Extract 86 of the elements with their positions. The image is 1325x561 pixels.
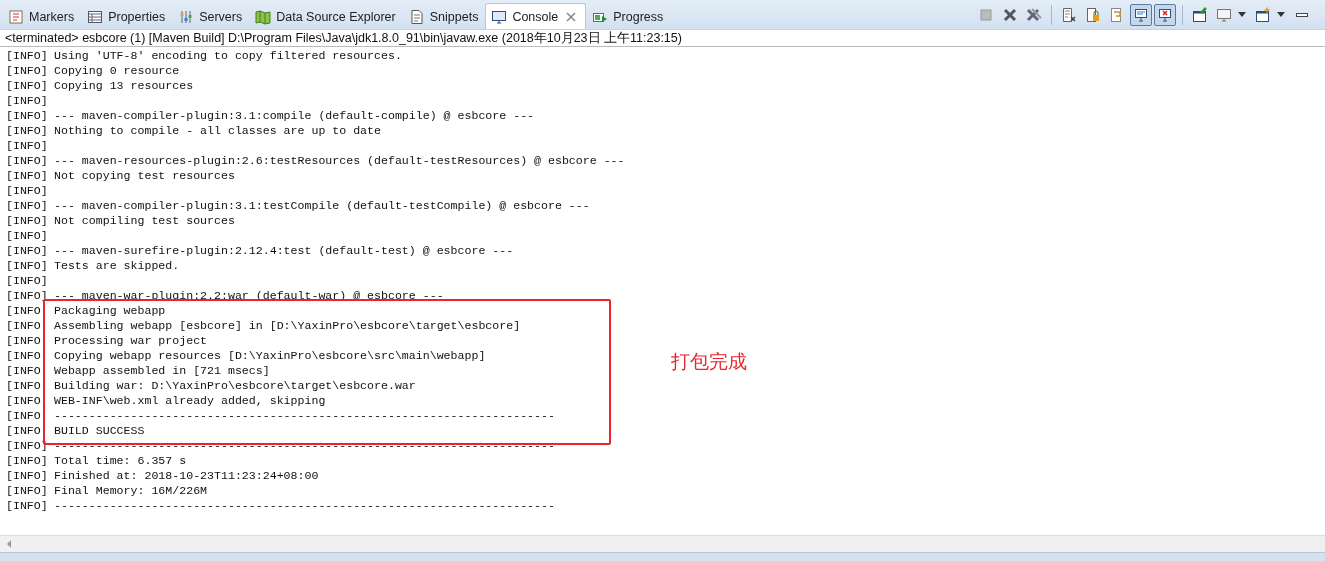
log-message: Final Memory: 16M/226M [54,483,208,498]
pin-icon [1192,7,1208,23]
log-message: Building war: D:\YaxinPro\esbcore\target\esbcore.war [54,378,416,393]
caret-icon[interactable] [1238,12,1246,18]
log-level: [INFO] [6,198,49,213]
log-message: Webapp assembled in [721 msecs] [54,363,270,378]
log-level: [INFO [6,393,42,408]
log-message: --- maven-surefire-plugin:2.12.4:test (default-test) @ esbcore --- [54,243,514,258]
log-level: [INFO] [6,438,49,453]
log-message: BUILD SUCCESS [54,423,145,438]
log-level: [INFO] [6,123,49,138]
log-level: [INFO [6,348,42,363]
view-tab[interactable]: Properties [81,3,173,29]
log-message: Nothing to compile - all classes are up to date [54,123,381,138]
datasource-icon [255,8,272,25]
log-level: [INFO] [6,288,49,303]
log-message: Not compiling test sources [54,213,235,228]
open-icon [1255,7,1271,23]
stderr-button[interactable] [1154,4,1176,26]
view-tab[interactable]: Data Source Explorer [249,3,403,29]
log-level: [INFO] [6,78,49,93]
log-level: [INFO [6,318,42,333]
log-level: [INFO] [6,93,49,108]
horizontal-scrollbar[interactable] [0,535,1325,552]
log-level: [INFO] [6,258,49,273]
log-message: Assembling webapp [esbcore] in [D:\YaxinPro\esbcore\target\esbcore] [54,318,521,333]
log-message: --- maven-compiler-plugin:3.1:compile (default-compile) @ esbcore --- [54,108,535,123]
log-message: Finished at: 2018-10-23T11:23:24+08:00 [54,468,319,483]
log-level: [INFO] [6,483,49,498]
log-level: [INFO] [6,468,49,483]
stdout-button[interactable] [1130,4,1152,26]
log-level: [INFO] [6,453,49,468]
log-message: Not copying test resources [54,168,235,183]
markers-icon [8,8,24,25]
log-message: ------------------------------------------------------------------------ [54,498,555,513]
log-level: [INFO] [6,498,49,513]
display-icon [1216,7,1232,23]
caret-icon[interactable] [1277,12,1285,18]
log-level: [INFO] [6,243,49,258]
log-message: ------------------------------------------------------------------------ [54,408,555,423]
log-message: Tests are skipped. [54,258,180,273]
view-tab[interactable]: Snippets [402,3,486,29]
remove-icon [1002,7,1018,23]
log-level: [INFO [6,363,42,378]
log-level: [INFO [6,408,42,423]
log-message: --- maven-compiler-plugin:3.1:testCompile (default-testCompile) @ esbcore --- [54,198,590,213]
stderr-icon [1157,7,1173,23]
process-status: <terminated> esbcore (1) [Maven Build] D:\Program Files\Java\jdk1.8.0_91\bin\javaw.exe (2018年10月23日 上午11:23:15) [0,30,1325,47]
log-message: Using 'UTF-8' encoding to copy filtered resources. [54,48,402,63]
log-level: [INFO [6,303,42,318]
log-message: Copying 0 resource [54,63,180,78]
scroll-lock-icon [1085,7,1101,23]
log-level: [INFO] [6,228,49,243]
log-level: [INFO] [6,138,49,153]
view-tab[interactable]: Markers [2,3,82,29]
log-level: [INFO] [6,273,49,288]
log-level: [INFO] [6,63,49,78]
log-level: [INFO] [6,108,49,123]
properties-icon [87,8,104,25]
log-level: [INFO] [6,153,49,168]
remove-all-icon [1026,7,1042,23]
view-tab[interactable]: Progress [586,3,671,29]
log-level: [INFO] [6,168,49,183]
log-level: [INFO] [6,183,49,198]
log-message: Packaging webapp [54,303,166,318]
stop-icon [978,7,994,23]
snippets-icon [408,8,425,25]
log-level: [INFO [6,378,42,393]
log-message: WEB-INF\web.xml already added, skipping [54,393,326,408]
log-level: [INFO] [6,213,49,228]
log-message: Processing war project [54,333,208,348]
view-tab[interactable]: Servers [172,3,250,29]
clear-icon [1061,7,1077,23]
log-level: [INFO] [6,48,49,63]
log-message: Copying webapp resources [D:\YaxinPro\esbcore\src\main\webapp] [54,348,486,363]
log-message: ------------------------------------------------------------------------ [54,438,555,453]
log-message: Copying 13 resources [54,78,194,93]
log-level: [INFO [6,333,42,348]
console-icon [491,8,508,25]
log-level: [INFO [6,423,42,438]
log-message: Total time: 6.357 s [54,453,187,468]
view-tab[interactable]: Console [485,3,587,29]
annotation: 打包完成 [671,349,747,374]
stdout-icon [1133,7,1149,23]
servers-icon [178,8,195,25]
log-message: --- maven-resources-plugin:2.6:testResources (default-testResources) @ esbcore --- [54,153,625,168]
